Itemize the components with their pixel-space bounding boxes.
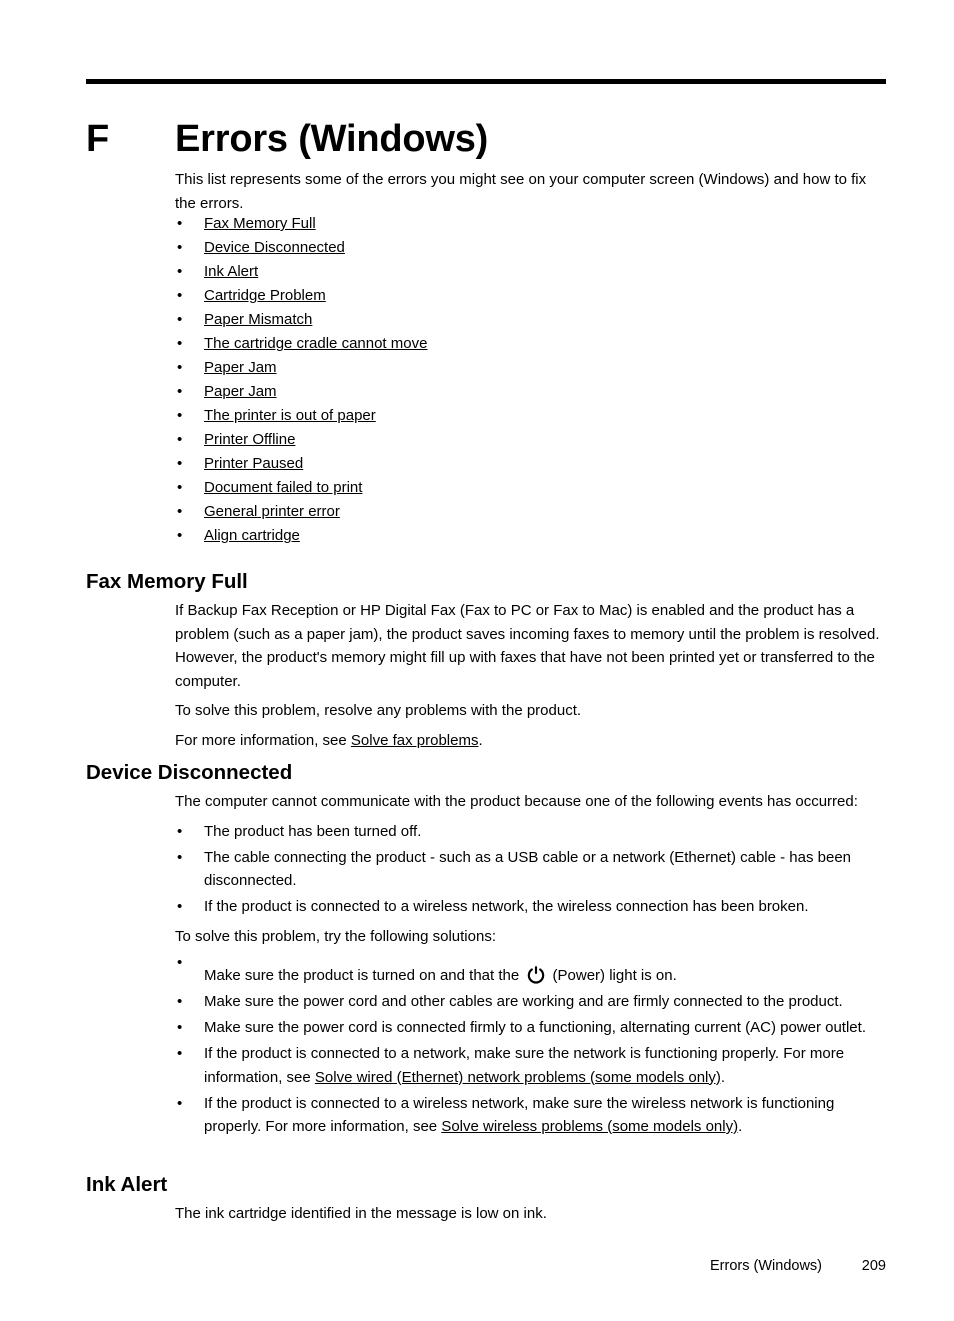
- bullet-icon: •: [177, 431, 183, 448]
- bullet-icon: •: [177, 383, 183, 400]
- list-item[interactable]: • Document failed to print: [175, 476, 886, 500]
- link-cartridge-cradle-cannot-move[interactable]: The cartridge cradle cannot move: [204, 335, 427, 352]
- document-page: F Errors (Windows) This list represents s…: [0, 0, 954, 1321]
- link-solve-wired-ethernet-network-problems[interactable]: Solve wired (Ethernet) network problems …: [315, 1069, 721, 1086]
- cause-text: The product has been turned off.: [204, 822, 422, 840]
- list-item[interactable]: • The printer is out of paper: [175, 404, 886, 428]
- fax-memory-full-paragraph-3: For more information, see Solve fax prob…: [175, 729, 886, 753]
- heading-device-disconnected: Device Disconnected: [86, 761, 293, 784]
- list-item: • Make sure the power cord is connected f…: [175, 1016, 886, 1040]
- bullet-icon: •: [177, 527, 183, 544]
- bullet-icon: •: [177, 287, 183, 304]
- link-fax-memory-full[interactable]: Fax Memory Full: [204, 215, 316, 232]
- link-align-cartridge[interactable]: Align cartridge: [204, 527, 300, 544]
- fax-memory-full-paragraph-1: If Backup Fax Reception or HP Digital Fa…: [175, 602, 880, 690]
- list-item[interactable]: • Paper Mismatch: [175, 308, 886, 332]
- bullet-icon: •: [177, 1045, 183, 1062]
- link-general-printer-error[interactable]: General printer error: [204, 503, 340, 520]
- solution-text-suffix: .: [738, 1118, 743, 1135]
- list-item[interactable]: • Device Disconnected: [175, 236, 886, 260]
- solution-text-before-icon: Make sure the product is turned on and t…: [204, 967, 524, 984]
- section-device-disconnected-body: The computer cannot communicate with the…: [175, 790, 886, 1141]
- bullet-icon: •: [177, 239, 183, 256]
- link-solve-wireless-problems[interactable]: Solve wireless problems (some models onl…: [441, 1118, 738, 1135]
- device-disconnected-solutions-list: • Make sure the product is turned on and …: [175, 951, 886, 1139]
- link-ink-alert[interactable]: Ink Alert: [204, 263, 258, 280]
- link-printer-offline[interactable]: Printer Offline: [204, 431, 295, 448]
- error-link-list: • Fax Memory Full • Device Disconnected • I…: [175, 212, 886, 548]
- bullet-icon: •: [177, 335, 183, 352]
- bullet-icon: •: [177, 215, 183, 232]
- list-item: • Make sure the product is turned on and …: [175, 951, 886, 988]
- list-item: • The product has been turned off.: [175, 820, 886, 844]
- page-footer: Errors (Windows) 209: [86, 1256, 886, 1276]
- solution-text-suffix: .: [720, 1068, 726, 1086]
- fax-memory-full-paragraph-2: To solve this problem, resolve any probl…: [175, 702, 582, 719]
- page-title: F Errors (Windows): [86, 116, 886, 162]
- bullet-icon: •: [177, 1094, 183, 1112]
- cause-text: If the product is connected to a wireles…: [204, 898, 809, 915]
- link-paper-mismatch[interactable]: Paper Mismatch: [204, 311, 312, 328]
- bullet-icon: •: [177, 263, 183, 280]
- link-printer-out-of-paper[interactable]: The printer is out of paper: [204, 407, 376, 424]
- heading-ink-alert: Ink Alert: [86, 1173, 168, 1196]
- list-item: • If the product is connected to a wirele…: [175, 1092, 886, 1139]
- bullet-icon: •: [177, 954, 183, 971]
- solution-text-after-icon: (Power) light is on.: [548, 967, 677, 984]
- link-document-failed-to-print[interactable]: Document failed to print: [204, 479, 362, 496]
- list-item[interactable]: • The cartridge cradle cannot move: [175, 332, 886, 356]
- bullet-icon: •: [177, 455, 183, 472]
- device-disconnected-intro: The computer cannot communicate with the…: [175, 793, 858, 810]
- fax-memory-full-paragraph-3-suffix: .: [478, 731, 483, 749]
- link-solve-fax-problems[interactable]: Solve fax problems: [351, 732, 479, 749]
- link-paper-jam-1[interactable]: Paper Jam: [204, 359, 277, 376]
- list-item: • If the product is connected to a wirele…: [175, 895, 886, 919]
- device-disconnected-causes-list: • The product has been turned off. • The c…: [175, 820, 886, 919]
- section-fax-memory-full-body: If Backup Fax Reception or HP Digital Fa…: [175, 599, 886, 752]
- list-item[interactable]: • Paper Jam: [175, 380, 886, 404]
- device-disconnected-solutions-intro: To solve this problem, try the following…: [175, 927, 496, 945]
- list-item: • The cable connecting the product - such…: [175, 846, 886, 893]
- bullet-icon: •: [177, 479, 183, 496]
- list-item[interactable]: • Fax Memory Full: [175, 212, 886, 236]
- solution-text: Make sure the power cord and other cable…: [204, 993, 843, 1010]
- bullet-icon: •: [177, 898, 183, 915]
- bullet-icon: •: [177, 407, 183, 424]
- bullet-icon: •: [177, 1019, 183, 1036]
- list-item[interactable]: • Cartridge Problem: [175, 284, 886, 308]
- ink-alert-paragraph: The ink cartridge identified in the mess…: [175, 1205, 547, 1222]
- chapter-letter: F: [86, 118, 110, 161]
- section-ink-alert-body: The ink cartridge identified in the mess…: [175, 1202, 886, 1226]
- bullet-icon: •: [177, 503, 183, 520]
- chapter-name: Errors (Windows): [175, 118, 489, 161]
- list-item: • Make sure the power cord and other cabl…: [175, 990, 886, 1014]
- error-link-list-block: • Fax Memory Full • Device Disconnected • I…: [175, 212, 886, 548]
- link-cartridge-problem[interactable]: Cartridge Problem: [204, 287, 326, 304]
- footer-title: Errors (Windows): [710, 1258, 822, 1274]
- list-item: • If the product is connected to a networ…: [175, 1042, 886, 1089]
- bullet-icon: •: [177, 359, 183, 376]
- solution-text: Make sure the power cord is connected fi…: [204, 1019, 866, 1036]
- list-item[interactable]: • Printer Paused: [175, 452, 886, 476]
- bullet-icon: •: [177, 848, 183, 866]
- list-item[interactable]: • Paper Jam: [175, 356, 886, 380]
- chapter-rule: [86, 79, 886, 84]
- intro-paragraph: This list represents some of the errors …: [175, 171, 867, 212]
- list-item[interactable]: • General printer error: [175, 500, 886, 524]
- link-paper-jam-2[interactable]: Paper Jam: [204, 383, 277, 400]
- intro-block: This list represents some of the errors …: [175, 168, 886, 215]
- link-device-disconnected[interactable]: Device Disconnected: [204, 239, 345, 256]
- cause-text: The cable connecting the product - such …: [204, 848, 852, 890]
- fax-memory-full-paragraph-3-prefix: For more information, see: [175, 731, 351, 749]
- bullet-icon: •: [177, 822, 183, 840]
- bullet-icon: •: [177, 993, 183, 1010]
- bullet-icon: •: [177, 311, 183, 328]
- link-printer-paused[interactable]: Printer Paused: [204, 455, 303, 472]
- list-item[interactable]: • Ink Alert: [175, 260, 886, 284]
- list-item[interactable]: • Align cartridge: [175, 524, 886, 548]
- footer-page-number: 209: [861, 1258, 886, 1274]
- heading-fax-memory-full: Fax Memory Full: [86, 570, 248, 593]
- power-icon: [526, 965, 546, 985]
- list-item[interactable]: • Printer Offline: [175, 428, 886, 452]
